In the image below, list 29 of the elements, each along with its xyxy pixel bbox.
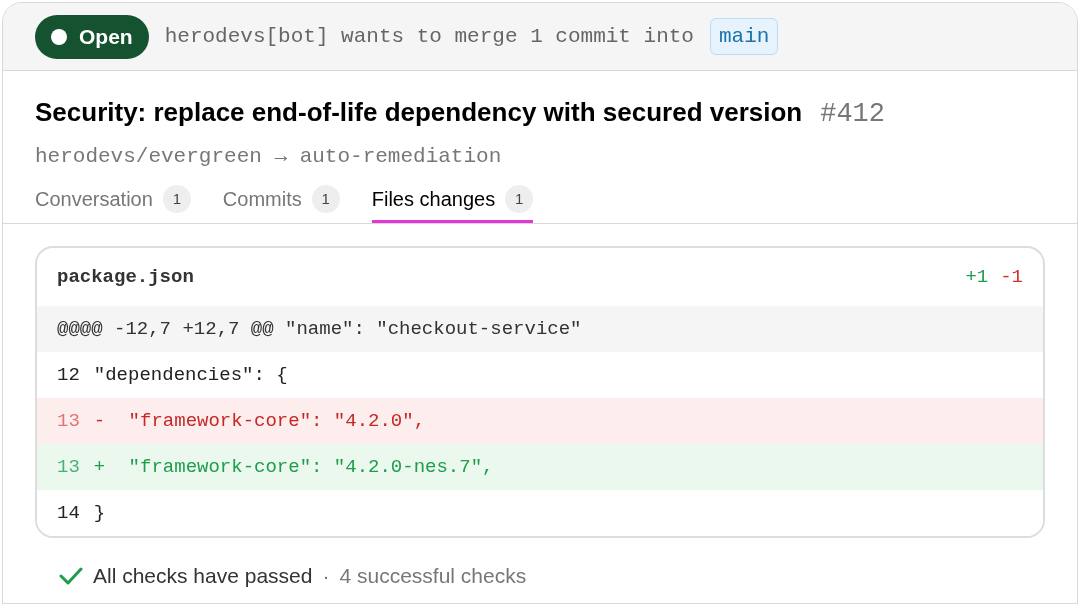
code-text: "framework-core": "4.2.0", [127, 408, 426, 434]
tab[interactable]: Conversation 1 [35, 184, 191, 223]
count-badge: 1 [505, 185, 534, 213]
code-text: "framework-core": "4.2.0-nes.7", [127, 454, 494, 480]
additions-count: +1 [965, 264, 989, 290]
file-name: package.json [57, 264, 194, 290]
count-badge: 1 [162, 185, 191, 213]
tab[interactable]: Files changes 1 [371, 184, 534, 223]
line-number: 13 [57, 454, 80, 480]
diff-sign: + [93, 454, 106, 480]
line-number: 14 [57, 500, 80, 526]
diff-sign: - [93, 408, 106, 434]
branch-label: main [709, 17, 779, 56]
pr-number: #412 [820, 98, 886, 131]
checks-status: All checks have passed [93, 563, 313, 589]
line-number: 12 [57, 362, 80, 388]
count-badge: 1 [311, 185, 340, 213]
code-text: "dependencies": { [93, 362, 288, 388]
deletions-count: -1 [1000, 264, 1023, 290]
code-text: @@@@ -12,7 +12,7 @@ "name": "checkout-service" [57, 316, 582, 342]
merge-message: herodevs[bot] wants to merge 1 commit into [164, 23, 694, 50]
line-number: 13 [57, 408, 80, 434]
pr-title: Security: replace end-of-life dependency with secured version [35, 96, 803, 129]
status-badge: Open [35, 14, 149, 59]
separator-dot: · [322, 563, 330, 589]
code-text: } [93, 500, 106, 526]
branch-path: herodevs/evergreen → auto-remediation [35, 143, 503, 170]
checks-detail: 4 successful checks [339, 563, 527, 589]
tab[interactable]: Commits 1 [222, 184, 340, 223]
